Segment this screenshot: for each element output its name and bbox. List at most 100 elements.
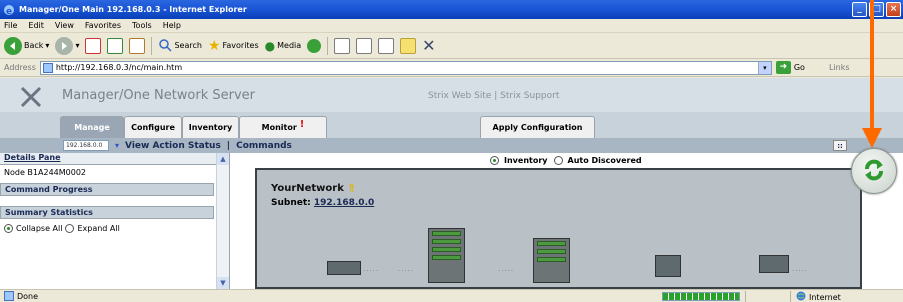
menu-help[interactable]: Help xyxy=(163,21,181,30)
menu-edit[interactable]: Edit xyxy=(28,21,44,30)
globe-icon xyxy=(796,291,806,302)
go-label: Go xyxy=(793,63,805,72)
app-tabs: Manage Configure Inventory Monitor ! App… xyxy=(0,112,903,138)
tab-inventory-label: Inventory xyxy=(188,123,233,132)
address-input[interactable]: http://192.168.0.3/nc/main.htm ▾ xyxy=(39,60,772,75)
menu-favorites[interactable]: Favorites xyxy=(85,21,121,30)
monitor-alert-badge: ! xyxy=(299,119,305,130)
folder-icon[interactable] xyxy=(400,37,417,54)
tab-configure[interactable]: Configure xyxy=(124,116,182,138)
summary-statistics-section[interactable]: Summary Statistics xyxy=(0,206,214,219)
close-button[interactable]: × xyxy=(886,2,901,17)
network-name: YourNetwork xyxy=(271,183,344,194)
menu-tools[interactable]: Tools xyxy=(132,21,152,30)
annotation-arrow-head xyxy=(862,128,882,148)
svg-text:e: e xyxy=(6,7,12,16)
node-id: Node B1A244M0002 xyxy=(4,167,87,177)
grid-view-icon[interactable]: :: xyxy=(833,140,847,151)
strix-logo-icon xyxy=(20,86,42,108)
connection-dots: ····· xyxy=(398,267,415,275)
rack-slot xyxy=(537,257,566,262)
menu-view[interactable]: View xyxy=(55,21,74,30)
address-label: Address xyxy=(4,63,36,72)
auto-discovered-radio[interactable] xyxy=(553,156,563,165)
connection-dots: ····· xyxy=(792,267,809,275)
search-icon xyxy=(158,38,172,54)
tab-manage[interactable]: Manage xyxy=(60,116,124,138)
media-button[interactable]: ● Media xyxy=(265,35,302,57)
rack-server-device[interactable] xyxy=(533,238,570,283)
details-pane-header[interactable]: Details Pane xyxy=(0,153,229,165)
address-url: http://192.168.0.3/nc/main.htm xyxy=(55,63,183,72)
switch-device[interactable] xyxy=(655,255,681,277)
minimize-button[interactable]: _ xyxy=(852,2,867,17)
go-button[interactable]: ➜ Go xyxy=(775,61,805,74)
links-label[interactable]: Links xyxy=(829,63,850,72)
favorites-label: Favorites xyxy=(222,41,259,50)
inventory-radio[interactable] xyxy=(490,156,499,165)
details-pane: Details Pane Node B1A244M0002 Command Pr… xyxy=(0,153,230,289)
refresh-button[interactable] xyxy=(851,148,897,194)
go-arrow-icon: ➜ xyxy=(775,61,791,74)
back-dropdown-icon[interactable]: ▾ xyxy=(45,41,49,50)
collapse-expand-row: Collapse All Expand All xyxy=(0,221,229,235)
scroll-down-icon[interactable]: ▼ xyxy=(217,277,229,289)
annotation-arrow-line xyxy=(870,0,874,130)
status-progress-bar xyxy=(662,292,740,301)
print-icon[interactable] xyxy=(356,37,373,54)
app-header-links[interactable]: Strix Web Site | Strix Support xyxy=(428,91,559,101)
switch-device[interactable] xyxy=(759,255,789,273)
apply-configuration-button[interactable]: Apply Configuration xyxy=(480,116,595,138)
expand-all-radio[interactable] xyxy=(65,223,75,233)
favorites-button[interactable]: ★ Favorites xyxy=(208,35,259,57)
scroll-up-icon[interactable]: ▲ xyxy=(217,153,229,165)
security-zone-label: Internet xyxy=(809,292,841,302)
history-icon[interactable] xyxy=(307,38,322,53)
up-arrow-icon[interactable]: ⇑ xyxy=(347,182,356,195)
network-title[interactable]: YourNetwork ⇑ xyxy=(271,182,356,195)
expand-all-label: Expand All xyxy=(77,223,120,233)
command-progress-section[interactable]: Command Progress xyxy=(0,183,214,196)
forward-dropdown-icon[interactable]: ▾ xyxy=(75,41,79,50)
switch-device[interactable] xyxy=(327,261,361,275)
menu-bar: File Edit View Favorites Tools Help xyxy=(0,19,903,33)
window-title-bar[interactable]: e Manager/One Main 192.168.0.3 - Interne… xyxy=(0,0,903,19)
view-action-status-link[interactable]: View Action Status xyxy=(125,141,221,151)
mail-icon[interactable] xyxy=(334,37,351,54)
details-pane-scrollbar[interactable]: ▲ ▼ xyxy=(216,153,229,289)
search-button[interactable]: Search xyxy=(158,35,202,57)
toolbar-separator xyxy=(151,36,153,55)
subnet-line: Subnet: 192.168.0.0 xyxy=(271,198,374,208)
refresh-icon xyxy=(861,157,887,185)
node-select-value: 192.168.0.0 xyxy=(66,142,103,149)
tab-inventory[interactable]: Inventory xyxy=(182,116,239,138)
collapse-all-radio[interactable] xyxy=(4,223,13,233)
stop-icon[interactable] xyxy=(85,37,102,54)
page-done-icon xyxy=(4,291,14,301)
tab-monitor[interactable]: Monitor ! xyxy=(239,116,327,138)
refresh-page-icon[interactable] xyxy=(107,37,124,54)
status-progress-fill xyxy=(663,293,739,300)
node-select[interactable]: 192.168.0.0 xyxy=(63,140,109,151)
menu-file[interactable]: File xyxy=(4,21,17,30)
subnet-ip-link[interactable]: 192.168.0.0 xyxy=(314,198,374,208)
status-bar: Done Internet xyxy=(0,289,903,302)
chevron-down-icon[interactable]: ▾ xyxy=(115,141,119,150)
media-label: Media xyxy=(277,41,302,50)
messenger-x-icon[interactable]: ✕ xyxy=(422,36,435,55)
address-dropdown-icon[interactable]: ▾ xyxy=(757,61,771,74)
status-text: Done xyxy=(17,291,39,301)
security-zone[interactable]: Internet xyxy=(796,291,841,302)
rack-server-device[interactable] xyxy=(428,228,465,283)
tab-monitor-label: Monitor xyxy=(261,123,297,132)
inventory-radio-label: Inventory xyxy=(504,156,548,165)
edit-icon[interactable] xyxy=(378,37,395,54)
web-page-content: Manager/One Network Server Strix Web Sit… xyxy=(0,78,903,289)
home-icon[interactable] xyxy=(129,37,146,54)
commands-link[interactable]: Commands xyxy=(236,141,292,151)
toolbar-separator xyxy=(327,36,329,55)
back-button[interactable]: Back ▾ xyxy=(4,35,49,57)
connection-dots: ····· xyxy=(363,267,380,275)
forward-button[interactable]: ▾ xyxy=(55,35,79,57)
back-label: Back xyxy=(24,41,44,50)
